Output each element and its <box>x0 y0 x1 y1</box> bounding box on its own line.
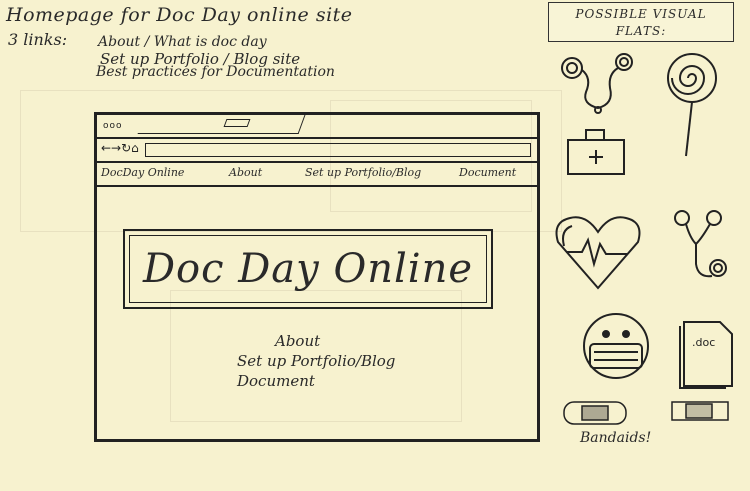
doc-file-icon: .doc <box>679 321 733 389</box>
first-aid-kit-icon <box>567 129 625 175</box>
address-bar[interactable] <box>145 143 531 157</box>
browser-wireframe: ooo ←→↻⌂ DocDay Online About Set up Port… <box>94 112 540 442</box>
browser-new-tab[interactable] <box>223 119 251 127</box>
bandaid-icon <box>563 401 729 425</box>
hero-title: Doc Day Online <box>129 235 487 303</box>
site-menu: DocDay Online About Set up Portfolio/Blo… <box>97 163 537 187</box>
address-row: ←→↻⌂ <box>97 139 537 163</box>
window-dots[interactable]: ooo <box>103 121 123 131</box>
menu-setup[interactable]: Set up Portfolio/Blog <box>305 166 421 179</box>
visuals-heading-line1: POSSIBLE VISUAL <box>575 7 707 21</box>
browser-titlebar: ooo <box>97 115 537 139</box>
stethoscope-icon <box>561 53 633 114</box>
body-link-about[interactable]: About <box>237 331 395 351</box>
menu-document[interactable]: Document <box>459 166 516 179</box>
bandaid-caption: Bandaids! <box>580 430 652 446</box>
body-links: About Set up Portfolio/Blog Document <box>237 331 395 391</box>
face-mask-icon <box>583 313 649 379</box>
menu-site-name[interactable]: DocDay Online <box>101 166 184 179</box>
stethoscope-icon <box>674 210 727 278</box>
body-link-setup[interactable]: Set up Portfolio/Blog <box>237 351 395 371</box>
lollipop-icon <box>667 53 717 157</box>
link-note-3: Best practices for Documentation <box>96 64 335 80</box>
body-link-document[interactable]: Document <box>237 371 395 391</box>
menu-about[interactable]: About <box>229 166 262 179</box>
browser-tab[interactable] <box>137 115 306 134</box>
doc-label: .doc <box>692 336 715 349</box>
nav-arrows-icon[interactable]: ←→↻⌂ <box>101 141 139 155</box>
heart-ekg-icon <box>555 216 641 290</box>
visuals-heading-line2: FLATS: <box>615 24 667 38</box>
links-prefix: 3 links: <box>8 30 68 49</box>
page-title: Homepage for Doc Day online site <box>6 4 353 26</box>
hero-banner: Doc Day Online <box>123 229 493 309</box>
visuals-heading-box: POSSIBLE VISUAL FLATS: <box>548 2 734 42</box>
link-note-1: About / What is doc day <box>98 34 267 50</box>
